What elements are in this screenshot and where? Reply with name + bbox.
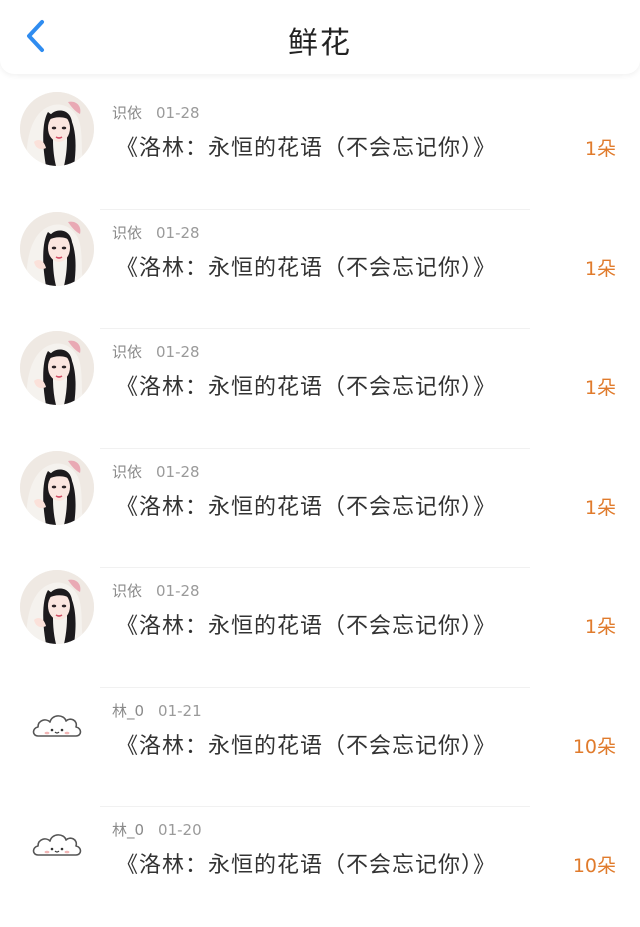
portrait-avatar-icon [20, 92, 94, 166]
flower-count: 1朵 [584, 496, 616, 519]
cloud-avatar-icon [20, 689, 94, 764]
portrait-avatar-icon [20, 450, 94, 525]
flower-gift-list: 识依 01-28 《洛林：永恒的花语（不会忘记你）》 1朵 识依 01-28 《洛林… [0, 90, 640, 927]
list-item[interactable]: 识依 01-28 《洛林：永恒的花语（不会忘记你）》 1朵 [0, 568, 640, 688]
gift-description: 《洛林：永恒的花语（不会忘记你）》 [116, 255, 497, 281]
flower-count: 10朵 [572, 855, 616, 877]
page-title: 鲜花 [288, 26, 352, 61]
gift-description: 《洛林：永恒的花语（不会忘记你）》 [116, 136, 497, 161]
portrait-avatar-icon [20, 570, 94, 644]
portrait-avatar-icon [20, 211, 94, 286]
cloud-avatar-icon [20, 809, 94, 883]
username: 识依 [112, 582, 143, 600]
username: 林_0 [112, 701, 145, 720]
list-item[interactable]: 识依 01-28 《洛林：永恒的花语（不会忘记你）》 1朵 [0, 210, 640, 329]
list-item[interactable]: 识依 01-28 《洛林：永恒的花语（不会忘记你）》 1朵 [0, 329, 640, 449]
date: 01-21 [158, 701, 202, 720]
avatar[interactable] [20, 809, 94, 883]
date: 01-28 [156, 104, 200, 122]
flower-count: 10朵 [572, 735, 616, 758]
avatar[interactable] [20, 450, 94, 525]
list-item[interactable]: 林_0 01-21 《洛林：永恒的花语（不会忘记你）》 10朵 [0, 688, 640, 807]
flower-count: 1朵 [584, 138, 616, 160]
date: 01-28 [156, 582, 200, 600]
date: 01-28 [156, 462, 200, 481]
flower-count: 1朵 [584, 377, 616, 399]
gift-description: 《洛林：永恒的花语（不会忘记你）》 [116, 733, 497, 759]
avatar[interactable] [20, 570, 94, 644]
gift-description: 《洛林：永恒的花语（不会忘记你）》 [116, 853, 497, 878]
gift-description: 《洛林：永恒的花语（不会忘记你）》 [116, 494, 497, 520]
date: 01-28 [156, 343, 200, 361]
flower-count: 1朵 [584, 257, 616, 280]
list-item[interactable]: 识依 01-28 《洛林：永恒的花语（不会忘记你）》 1朵 [0, 90, 640, 210]
date: 01-28 [156, 223, 200, 242]
avatar[interactable] [20, 92, 94, 166]
date: 01-20 [158, 821, 202, 839]
avatar[interactable] [20, 211, 94, 286]
gift-description: 《洛林：永恒的花语（不会忘记你）》 [116, 614, 497, 639]
username: 林_0 [112, 821, 145, 839]
list-item[interactable]: 识依 01-28 《洛林：永恒的花语（不会忘记你）》 1朵 [0, 449, 640, 568]
flower-count: 1朵 [584, 616, 616, 638]
username: 识依 [112, 223, 143, 242]
username: 识依 [112, 343, 143, 361]
list-item[interactable]: 林_0 01-20 《洛林：永恒的花语（不会忘记你）》 10朵 [0, 807, 640, 927]
username: 识依 [112, 462, 143, 481]
gift-description: 《洛林：永恒的花语（不会忘记你）》 [116, 375, 497, 400]
portrait-avatar-icon [20, 331, 94, 405]
username: 识依 [112, 104, 143, 122]
top-bar: 鲜花 [0, 0, 640, 74]
avatar[interactable] [20, 331, 94, 405]
avatar[interactable] [20, 689, 94, 764]
